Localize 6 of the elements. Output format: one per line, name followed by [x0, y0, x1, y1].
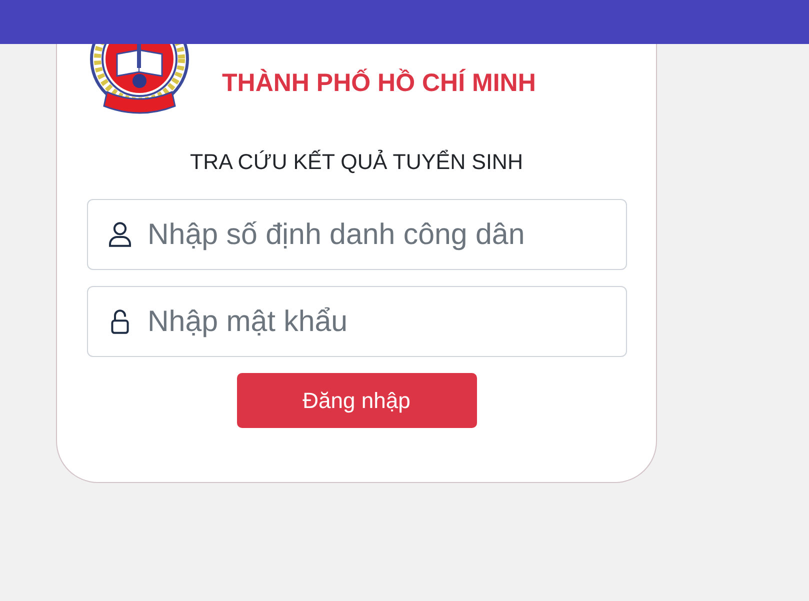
user-icon: [108, 222, 132, 247]
login-button[interactable]: Đăng nhập: [236, 373, 476, 428]
id-number-field[interactable]: Nhập số định danh công dân: [86, 199, 626, 270]
password-field[interactable]: Nhập mật khẩu: [86, 286, 626, 357]
form-title: TRA CỨU KẾT QUẢ TUYỂN SINH: [190, 148, 523, 176]
organization-name: THÀNH PHỐ HỒ CHÍ MINH: [222, 68, 536, 98]
